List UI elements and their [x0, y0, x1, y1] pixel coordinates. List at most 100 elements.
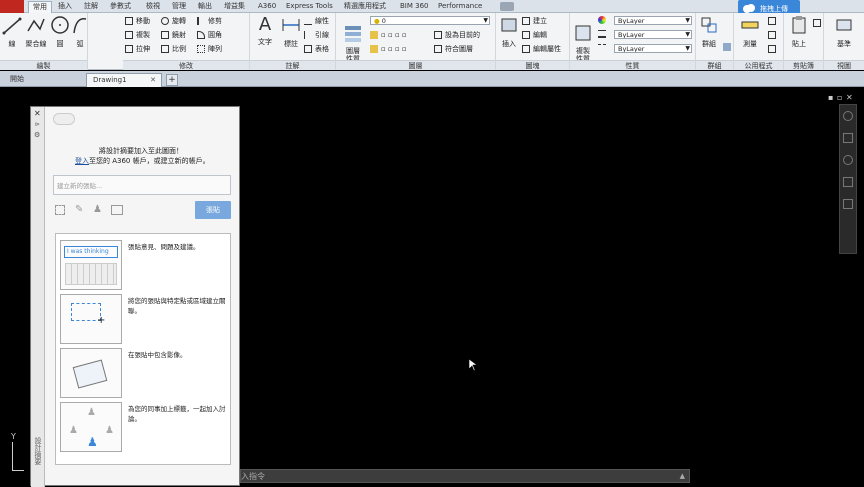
rotate-icon: [161, 17, 169, 25]
pin-panel-icon[interactable]: ⊳: [35, 121, 40, 128]
linear-button[interactable]: 線性: [304, 16, 329, 26]
set-current-button[interactable]: 設為目前的: [434, 30, 480, 40]
block-panel-label[interactable]: 圖塊: [496, 60, 569, 70]
trim-button[interactable]: 修剪: [197, 16, 222, 26]
match-layer-button[interactable]: 符合圖層: [434, 44, 473, 54]
tab-drawing1[interactable]: Drawing1 ✕: [86, 73, 162, 87]
paste-button[interactable]: 貼上: [788, 15, 810, 49]
app-menu-button[interactable]: [0, 0, 24, 13]
mouse-cursor-icon: [469, 359, 477, 371]
insert-button[interactable]: 插入: [498, 15, 520, 49]
minimize-ribbon-icon[interactable]: [500, 2, 514, 11]
arc-button[interactable]: 弧: [72, 15, 88, 49]
select-area-icon[interactable]: [55, 205, 65, 215]
utilities-panel-label[interactable]: 公用程式: [734, 60, 783, 70]
table-button[interactable]: 表格: [304, 44, 329, 54]
clipboard-panel-label[interactable]: 剪貼簿: [784, 60, 823, 70]
lineweight-value: ByLayer: [618, 31, 645, 39]
layer-dropdown[interactable]: ● 0 ▼: [370, 16, 490, 25]
close-viewport-icon[interactable]: ✕: [846, 93, 853, 102]
pin-icon[interactable]: ✎: [75, 205, 85, 215]
panel-settings-icon[interactable]: ⚙: [34, 131, 40, 139]
line-button[interactable]: 線: [2, 15, 22, 49]
zoom-icon[interactable]: [843, 155, 853, 165]
tab-annotate[interactable]: 註解: [80, 1, 102, 13]
feed-filter-icon[interactable]: [53, 113, 75, 125]
attach-image-icon[interactable]: [111, 205, 123, 215]
edit-block-button[interactable]: 編輯: [522, 30, 547, 40]
draw-panel-label[interactable]: 繪製: [0, 60, 87, 70]
steering-wheel-icon[interactable]: [843, 111, 853, 121]
circle-button[interactable]: 圓: [50, 15, 70, 49]
minimize-viewport-icon[interactable]: ▪: [828, 93, 833, 102]
text-button[interactable]: A 文字: [254, 15, 276, 47]
tab-featured-apps[interactable]: 精選應用程式: [340, 1, 390, 13]
layer-tools-row2[interactable]: ▫ ▫ ▫ ▫: [370, 44, 407, 54]
signin-link[interactable]: 登入: [75, 157, 89, 165]
layer-tools-row1[interactable]: ▫ ▫ ▫ ▫: [370, 30, 407, 40]
copy-button[interactable]: 複製: [125, 30, 150, 40]
array-icon: [197, 45, 205, 53]
close-panel-icon[interactable]: ✕: [34, 109, 41, 118]
lineweight-dropdown[interactable]: ByLayer ▼: [614, 30, 692, 39]
tab-output[interactable]: 輸出: [194, 1, 216, 13]
color-dropdown[interactable]: ByLayer ▼: [614, 16, 692, 25]
create-block-icon: [522, 17, 530, 25]
tab-express-tools[interactable]: Express Tools: [282, 1, 337, 13]
sample-comment-text: I was thinking: [64, 246, 118, 258]
post-button[interactable]: 張貼: [195, 201, 231, 219]
tab-bim360[interactable]: BIM 360: [396, 1, 433, 13]
command-input[interactable]: 入指令: [241, 471, 265, 482]
tab-a360[interactable]: A360: [254, 1, 280, 13]
edit-attributes-button[interactable]: 編輯屬性: [522, 44, 561, 54]
modify-panel-label[interactable]: 修改: [123, 60, 249, 70]
annotation-panel-label[interactable]: 註解: [250, 60, 335, 70]
stretch-button[interactable]: 拉伸: [125, 44, 150, 54]
properties-panel-label[interactable]: 性質: [570, 60, 695, 70]
utility-icon-2[interactable]: [768, 31, 776, 39]
mirror-button[interactable]: 鏡射: [161, 30, 186, 40]
command-history-icon[interactable]: ▲: [680, 472, 685, 480]
array-button[interactable]: 陣列: [197, 44, 222, 54]
polyline-button[interactable]: 聚合線: [24, 15, 48, 49]
cut-icon[interactable]: [813, 19, 821, 27]
move-button[interactable]: 移動: [125, 16, 150, 26]
utilities-panel: 測量 公用程式: [734, 13, 784, 70]
maximize-viewport-icon[interactable]: ▫: [837, 93, 842, 102]
new-tab-button[interactable]: +: [166, 74, 178, 86]
base-button[interactable]: 基準: [832, 15, 856, 49]
leader-button[interactable]: 引線: [304, 30, 329, 40]
feature-associate-text: 將您的張貼與特定點或區域建立關聯。: [128, 297, 226, 315]
scale-button[interactable]: 比例: [161, 44, 186, 54]
layers-panel-label[interactable]: 圖層: [336, 60, 495, 70]
copy-label: 複製: [136, 31, 150, 39]
view-panel-label[interactable]: 視圖: [824, 60, 864, 70]
pan-icon[interactable]: [843, 133, 853, 143]
group-tool-icon[interactable]: [723, 43, 731, 51]
showmotion-icon[interactable]: [843, 199, 853, 209]
tab-view[interactable]: 檢視: [142, 1, 164, 13]
command-line[interactable]: 入指令 ▲: [240, 469, 690, 483]
tab-addins[interactable]: 增益集: [220, 1, 249, 13]
new-post-input[interactable]: 建立新的張貼...: [53, 175, 231, 195]
tag-user-icon[interactable]: ♟: [93, 205, 103, 215]
tab-home[interactable]: 常用: [28, 1, 52, 13]
tab-performance[interactable]: Performance: [434, 1, 486, 13]
layer-stack-icon: [345, 26, 361, 42]
group-button[interactable]: 群組: [698, 15, 720, 49]
create-block-button[interactable]: 建立: [522, 16, 547, 26]
utility-icon-3[interactable]: [768, 45, 776, 53]
utility-icon-1[interactable]: [768, 17, 776, 25]
orbit-icon[interactable]: [843, 177, 853, 187]
tab-insert[interactable]: 插入: [54, 1, 76, 13]
fillet-button[interactable]: 圓角: [197, 30, 222, 40]
close-tab-icon[interactable]: ✕: [150, 74, 156, 87]
tab-manage[interactable]: 管理: [168, 1, 190, 13]
linetype-dropdown[interactable]: ByLayer ▼: [614, 44, 692, 53]
groups-panel-label[interactable]: 群組: [696, 60, 733, 70]
rotate-button[interactable]: 旋轉: [161, 16, 186, 26]
measure-button[interactable]: 測量: [738, 15, 762, 49]
dimension-button[interactable]: 標註: [280, 15, 302, 49]
tab-parametric[interactable]: 參數式: [106, 1, 135, 13]
tab-start[interactable]: 開始: [4, 73, 84, 87]
